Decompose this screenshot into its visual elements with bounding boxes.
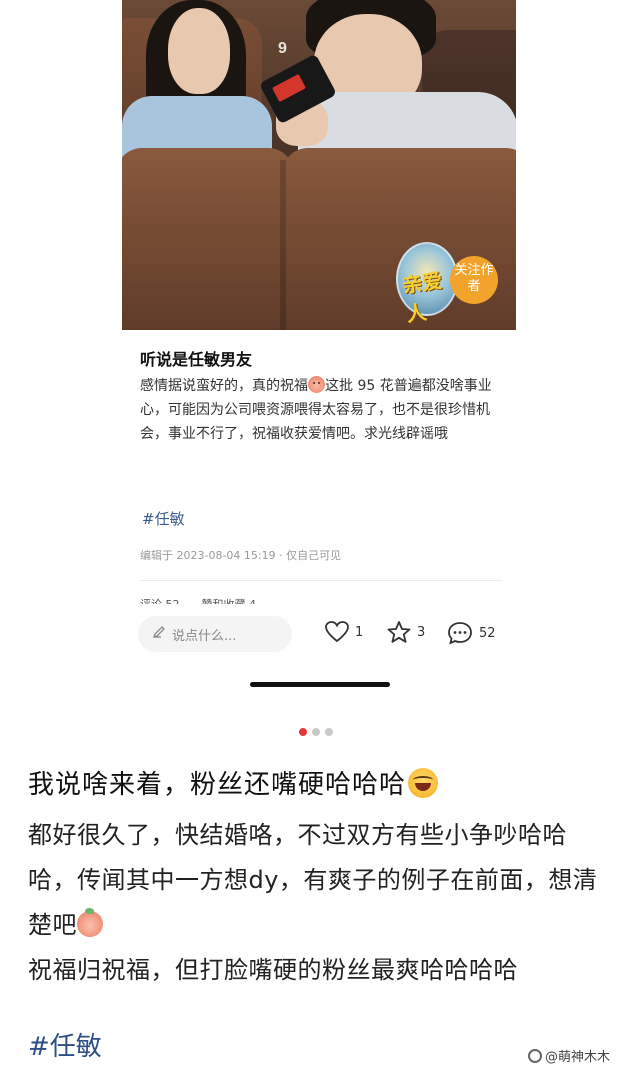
comment-input[interactable]: 说点什么...: [138, 616, 292, 652]
watermark: @萌神木木: [528, 1046, 610, 1065]
collect-button[interactable]: 3: [386, 620, 425, 644]
embedded-post-screenshot: 9 亲爱人 关注作者 听说是任敏男友 感情据说蛮好的，真的祝福 这批 95 花普遍…: [122, 0, 516, 700]
author-avatar: 亲爱人: [396, 242, 458, 326]
video-frame[interactable]: 9 亲爱人 关注作者: [122, 0, 516, 330]
main-body-part2: 祝福归祝福，但打脸嘴硬的粉丝最爽哈哈哈哈: [28, 956, 518, 984]
like-button[interactable]: 1: [324, 620, 363, 644]
main-headline-text: 我说啥来着，粉丝还嘴硬哈哈哈: [28, 770, 407, 800]
comment-count: 52: [479, 625, 496, 641]
comment-bubble-icon: [446, 620, 474, 646]
divider: [140, 580, 502, 581]
follow-author-badge[interactable]: 亲爱人 关注作者: [396, 242, 500, 326]
comment-button[interactable]: 52: [446, 620, 496, 646]
carousel-dot-3[interactable]: [325, 728, 333, 736]
post-hashtag[interactable]: #任敏: [142, 508, 185, 529]
main-body-part1: 都好很久了，快结婚咯，不过双方有些小争吵哈哈哈，传闻其中一方想dy，有爽子的例子…: [28, 821, 598, 939]
carousel-dot-1[interactable]: [299, 728, 307, 736]
person-left-face: [168, 8, 230, 94]
home-indicator: [250, 682, 390, 687]
post-body-part1: 感情据说蛮好的，真的祝福: [140, 378, 308, 394]
watermark-logo-icon: [528, 1048, 542, 1063]
peach-emoji-icon: [308, 376, 325, 393]
pencil-icon: [152, 625, 166, 643]
post-title: 听说是任敏男友: [140, 350, 253, 369]
like-count: 1: [355, 624, 364, 640]
follow-button[interactable]: 关注作者: [450, 256, 498, 304]
post-meta: 编辑于 2023-08-04 15:19 · 仅自己可见: [140, 549, 342, 562]
main-body: 都好很久了，快结婚咯，不过双方有些小争吵哈哈哈，传闻其中一方想dy，有爽子的例子…: [28, 813, 612, 993]
collect-count: 3: [417, 624, 426, 640]
watermark-text: @萌神木木: [545, 1050, 611, 1065]
comments-summary-row: 评论 52 赞和收藏 4: [140, 598, 256, 604]
seat-gap-shadow: [280, 160, 286, 330]
laughing-emoji-icon: [408, 768, 439, 798]
post-body: 感情据说蛮好的，真的祝福 这批 95 花普遍都没啥事业心，可能因为公司喂资源喂得太…: [140, 374, 510, 446]
peach-emoji-icon: [77, 908, 103, 937]
heart-icon: [324, 620, 350, 644]
main-headline: 我说啥来着，粉丝还嘴硬哈哈哈: [28, 764, 439, 801]
action-bar: 说点什么... 1 3 52: [138, 616, 510, 654]
seat-number: 9: [278, 40, 287, 57]
front-seat-left: [122, 148, 294, 330]
main-hashtag[interactable]: #任敏: [28, 1026, 102, 1063]
star-icon: [386, 620, 412, 644]
comment-placeholder: 说点什么...: [172, 628, 237, 644]
carousel-indicator: [299, 728, 333, 736]
carousel-dot-2[interactable]: [312, 728, 320, 736]
